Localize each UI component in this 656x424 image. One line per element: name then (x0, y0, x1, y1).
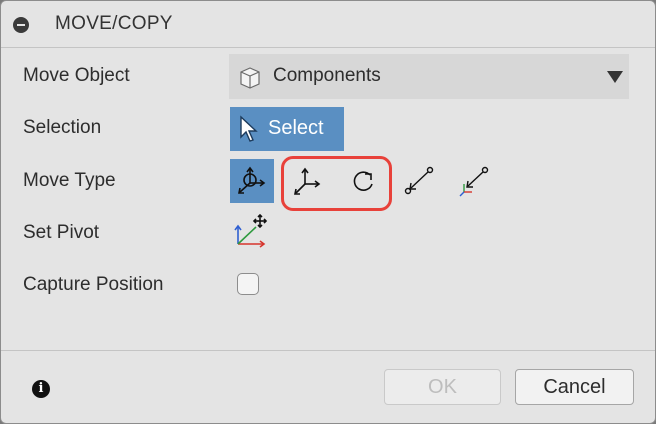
move-object-dropdown[interactable]: Components (229, 54, 629, 99)
point-to-point-icon (404, 166, 434, 195)
select-button-label: Select (268, 117, 324, 139)
move-object-label: Move Object (23, 65, 130, 86)
free-move-icon (238, 166, 266, 194)
capture-position-label: Capture Position (23, 274, 164, 295)
move-copy-dialog: MOVE/COPY Move Object Components Selecti… (0, 0, 656, 424)
move-type-label: Move Type (23, 170, 116, 191)
free-move-button[interactable] (230, 159, 274, 203)
move-object-value: Components (273, 65, 381, 86)
cube-icon (240, 67, 260, 89)
dialog-titlebar: MOVE/COPY (1, 1, 655, 48)
point-to-position-icon (459, 166, 489, 197)
ok-button[interactable]: OK (384, 369, 501, 405)
dialog-footer: i OK Cancel (1, 350, 655, 423)
point-to-position-button[interactable] (452, 159, 496, 203)
collapse-icon[interactable] (13, 17, 29, 33)
cursor-icon (240, 115, 258, 142)
set-pivot-icon[interactable] (232, 213, 270, 251)
select-button[interactable]: Select (230, 107, 344, 151)
cancel-button[interactable]: Cancel (515, 369, 634, 405)
dropdown-arrow-icon (607, 71, 623, 83)
point-to-point-button[interactable] (397, 159, 441, 203)
info-icon[interactable]: i (32, 380, 50, 398)
set-pivot-label: Set Pivot (23, 222, 100, 243)
move-type-highlight (281, 156, 392, 211)
selection-label: Selection (23, 117, 102, 138)
capture-position-checkbox[interactable] (237, 273, 259, 295)
dialog-title: MOVE/COPY (55, 13, 173, 34)
